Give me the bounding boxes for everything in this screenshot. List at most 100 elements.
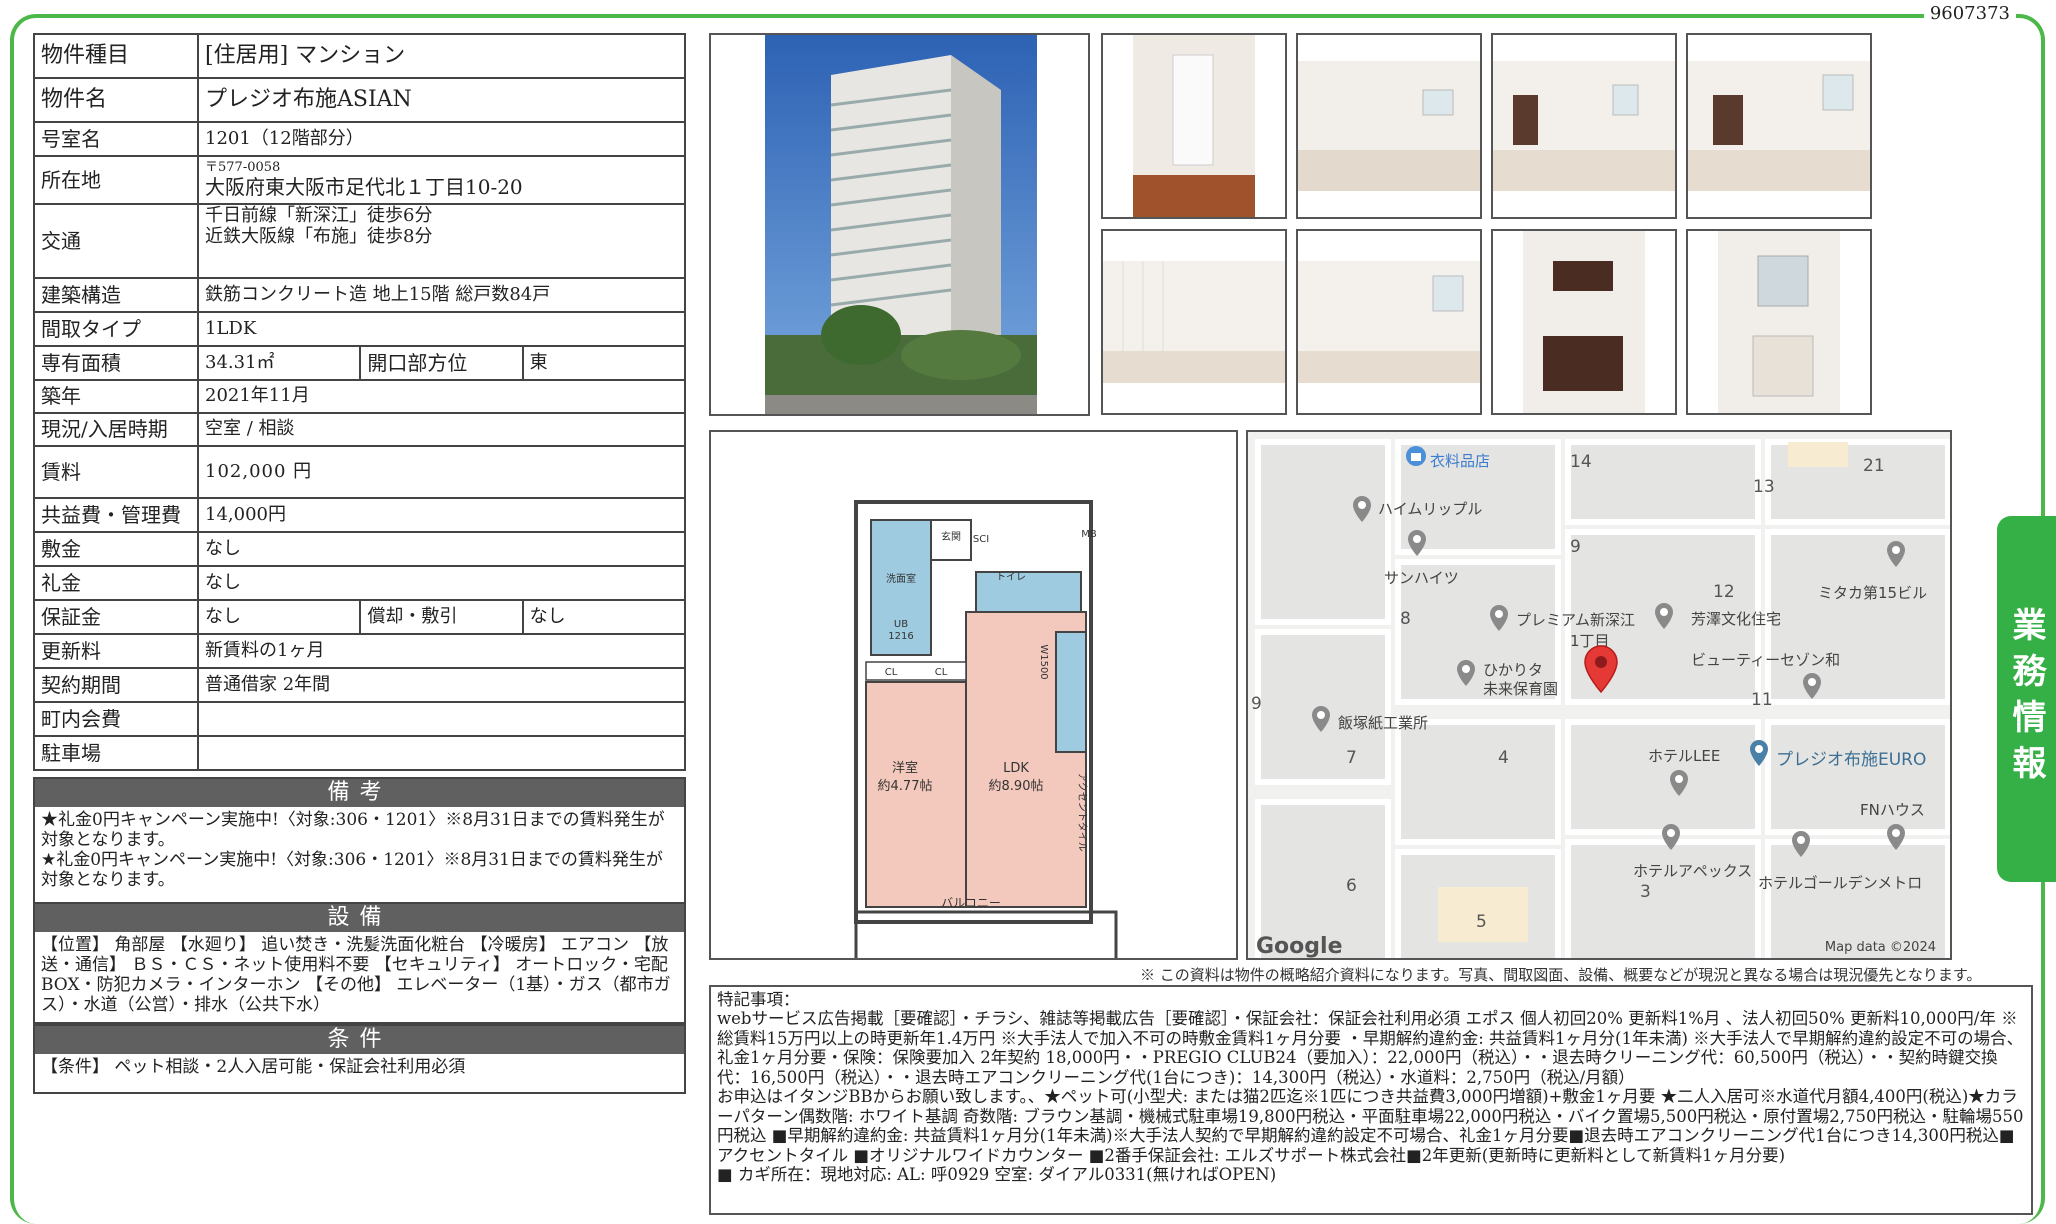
interior-photo-5 [1101, 229, 1287, 415]
value-deposit: なし [197, 531, 686, 567]
value-built: 2021年11月 [197, 379, 686, 414]
map-label-premium-shinfukae: プレミアム新深江 [1516, 611, 1635, 629]
label-room: 号室名 [33, 121, 199, 157]
access-line-2: 近鉄大阪線「布施」徒歩8分 [205, 225, 433, 247]
interior-photo-2 [1296, 33, 1482, 219]
kitchen-image [1523, 231, 1645, 413]
block-12: 12 [1713, 582, 1735, 602]
special-notes: 特記事項： webサービス広告掲載［要確認］・チラシ、雑誌等掲載広告［要確認］・… [709, 985, 2033, 1215]
value-renewal: 新賃料の1ヶ月 [197, 633, 686, 669]
value-address: 〒577-0058 大阪府東大阪市足代北１丁目10-20 [197, 155, 686, 205]
document-id: 9607373 [1923, 3, 2016, 24]
block-7: 7 [1346, 748, 1357, 768]
value-amortization: なし [521, 599, 687, 635]
map-label-fn-house: FNハウス [1860, 801, 1925, 819]
label-western-room: 洋室 [892, 760, 918, 776]
interior-photo-7 [1491, 229, 1677, 415]
label-sci: SCI [973, 534, 989, 545]
room-image [1298, 261, 1480, 383]
map-label-pregio-fuse-euro: プレジオ布施EURO [1776, 750, 1927, 770]
notes-paragraph-2: お申込はイタンジBBからお願い致します。、★ペット可(小型犬: または猫2匹迄※… [717, 1087, 2024, 1165]
interior-photo-4 [1686, 33, 1872, 219]
block-3: 3 [1640, 882, 1651, 902]
label-washroom: 洗面室 [886, 572, 916, 585]
label-contract: 契約期間 [33, 667, 199, 703]
label-address: 所在地 [33, 155, 199, 205]
interior-photo-3 [1491, 33, 1677, 219]
place-pin-icon [1408, 530, 1426, 556]
map-label-heim-ripple: ハイムリップル [1378, 500, 1483, 518]
map-label-mitaka15: ミタカ第15ビル [1818, 584, 1928, 602]
map-label-iizuka: 飯塚紙工業所 [1338, 714, 1429, 732]
label-town-fee: 町内会費 [33, 701, 199, 737]
building-photo [709, 33, 1090, 416]
value-type: [住居用] マンション [197, 33, 686, 79]
washroom-image [1718, 231, 1840, 413]
place-pin-icon [1887, 541, 1905, 567]
block-13: 13 [1753, 477, 1775, 497]
place-pin-icon [1662, 824, 1680, 850]
map-label-mirai-nursery: 未来保育園 [1483, 680, 1559, 698]
map-label-sun-heights: サンハイツ [1384, 569, 1459, 587]
notes-paragraph-3: ■ カギ所在：現地対応: AL: 呼0929 空室: ダイアル0331(無ければ… [717, 1165, 1277, 1185]
map-label-hotel-lee: ホテルLEE [1648, 747, 1721, 765]
label-name: 物件名 [33, 77, 199, 123]
postal-code: 〒577-0058 [205, 160, 281, 176]
label-western-room-size: 約4.77帖 [878, 779, 933, 794]
value-direction: 東 [521, 345, 687, 381]
label-status: 現況/入居時期 [33, 412, 199, 447]
label-ldk: LDK [1003, 761, 1029, 776]
label-cl-2: CL [935, 667, 948, 678]
value-room: 1201（12階部分） [197, 121, 686, 157]
room-image [1103, 261, 1285, 383]
label-rent: 賃料 [33, 445, 199, 499]
room-image [1688, 61, 1870, 191]
value-contract: 普通借家 2年間 [197, 667, 686, 703]
label-w1500: W1500 [1038, 644, 1049, 679]
interior-photo-8 [1686, 229, 1872, 415]
property-location-marker-icon[interactable] [1583, 645, 1619, 693]
label-built: 築年 [33, 379, 199, 414]
disclaimer-text: ※ この資料は物件の概略紹介資料になります。写真、間取図面、設備、概要などが現況… [1140, 966, 1982, 984]
conditions-title: 条件 [35, 1026, 684, 1054]
map-label-hotel-apex: ホテルアペックス [1633, 862, 1753, 880]
place-pin-icon [1670, 770, 1688, 796]
map-label-clothing-store: 衣料品店 [1430, 452, 1491, 470]
business-info-tab[interactable]: 業務情報 [1997, 516, 2056, 882]
block-8: 8 [1400, 609, 1411, 629]
remarks-text: ★礼金0円キャンペーン実施中!〈対象:306・1201〉※8月31日までの賃料発… [41, 810, 665, 891]
value-parking [197, 735, 686, 771]
label-ub-size: 1216 [888, 631, 913, 642]
label-guarantee: 保証金 [33, 599, 199, 635]
label-cl-1: CL [885, 667, 898, 678]
label-type: 物件種目 [33, 33, 199, 79]
label-structure: 建築構造 [33, 277, 199, 313]
location-map[interactable]: 14 13 21 9 12 8 11 9 7 4 6 3 5 衣料品店 ハイムリ… [1246, 430, 1952, 960]
label-key-money: 礼金 [33, 565, 199, 601]
value-name: プレジオ布施ASIAN [197, 77, 686, 123]
property-info-table: 物件種目 [住居用] マンション 物件名 プレジオ布施ASIAN 号室名 120… [33, 33, 687, 771]
conditions-section: 条件 【条件】 ペット相談・2人入居可能・保証会社利用必須 [33, 1024, 686, 1094]
label-accent-tile: アクセントタイル [1076, 772, 1088, 852]
floor-plan: 洋室 約4.77帖 LDK 約8.90帖 バルコニー 玄関 トイレ 洗面室 UB… [709, 430, 1238, 960]
value-fee: 14,000円 [197, 497, 686, 533]
featured-pin-icon [1750, 740, 1768, 766]
label-mb: MB [1081, 529, 1097, 540]
label-balcony: バルコニー [941, 896, 1001, 910]
block-9: 9 [1570, 537, 1581, 557]
block-14: 14 [1570, 452, 1592, 472]
value-layout: 1LDK [197, 311, 686, 347]
shop-icon [1406, 446, 1426, 466]
interior-photo-1 [1101, 33, 1287, 219]
value-guarantee: なし [196, 599, 362, 635]
access-line-1: 千日前線「新深江」徒歩6分 [205, 205, 433, 226]
label-toilet: トイレ [996, 572, 1026, 583]
value-status: 空室 / 相談 [197, 412, 686, 447]
label-layout: 間取タイプ [33, 311, 199, 347]
business-info-tab-label: 業務情報 [2006, 607, 2046, 791]
remarks-title: 備考 [35, 779, 684, 807]
map-label-beauty-saison: ビューティーセゾン和 [1691, 651, 1841, 669]
block-21: 21 [1863, 456, 1885, 476]
block-11: 11 [1751, 690, 1773, 710]
value-access: 千日前線「新深江」徒歩6分 近鉄大阪線「布施」徒歩8分 [197, 203, 686, 279]
